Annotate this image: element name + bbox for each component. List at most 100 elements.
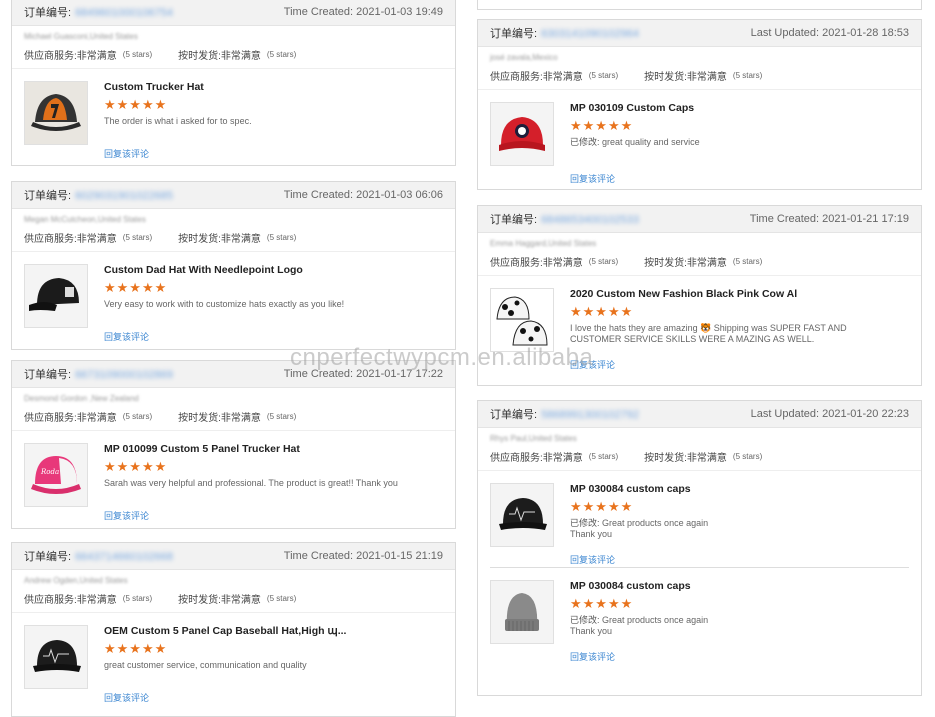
review-text: 已修改: great quality and service bbox=[570, 137, 900, 148]
reply-link[interactable]: 回复该评论 bbox=[104, 691, 149, 704]
supplier-service-rating: 供应商服务: 非常满意 (5 stars) bbox=[24, 47, 152, 62]
order-id-link[interactable]: 6029031901022685 bbox=[75, 190, 173, 202]
reply-link[interactable]: 回复该评论 bbox=[104, 147, 149, 160]
product-name[interactable]: MP 010099 Custom 5 Panel Trucker Hat bbox=[104, 443, 300, 455]
rating-value: 非常满意 bbox=[76, 594, 117, 606]
rating-value: 非常满意 bbox=[542, 452, 583, 464]
rating-value: 非常满意 bbox=[542, 71, 583, 83]
star-rating: ★★★★★ bbox=[104, 280, 168, 295]
rating-value: 非常满意 bbox=[76, 412, 117, 424]
order-info: 订单编号: 6029031901022685 bbox=[24, 187, 173, 203]
supplier-service-rating: 供应商服务: 非常满意 (5 stars) bbox=[24, 591, 152, 606]
product-thumbnail[interactable] bbox=[490, 288, 554, 352]
review-text: The order is what i asked for to spec. bbox=[104, 116, 434, 127]
buyer-info: josé zavala,Mexico bbox=[490, 53, 558, 62]
reply-link[interactable]: 回复该评论 bbox=[104, 330, 149, 343]
time-label: Time Created: bbox=[749, 213, 820, 225]
review-content: I love the hats they are amazing 🐯 Shipp… bbox=[570, 323, 847, 344]
order-time: Time Created: 2021-01-15 21:19 bbox=[284, 550, 443, 562]
reply-link[interactable]: 回复该评论 bbox=[570, 358, 615, 371]
star-rating: ★★★★★ bbox=[570, 596, 634, 611]
on-time-rating: 按时发货: 非常满意 (5 stars) bbox=[178, 591, 296, 606]
product-row: Custom Trucker Hat ★★★★★ The order is what… bbox=[12, 69, 455, 165]
baseball-cap-red-icon bbox=[491, 103, 553, 165]
product-thumbnail[interactable]: Roda bbox=[24, 443, 88, 507]
rating-stars-text: (5 stars) bbox=[588, 451, 619, 461]
card-header: 订单编号: 6029031901022685 Time Created: 2021-… bbox=[12, 182, 455, 209]
order-time: Time Created: 2021-01-03 19:49 bbox=[284, 6, 443, 18]
rating-label: 供应商服务: bbox=[490, 257, 543, 269]
order-id-link[interactable]: 6303141090102964 bbox=[541, 28, 639, 40]
rating-stars-text: (5 stars) bbox=[266, 49, 297, 59]
product-name[interactable]: 2020 Custom New Fashion Black Pink Cow A… bbox=[570, 288, 797, 300]
on-time-rating: 按时发货: 非常满意 (5 stars) bbox=[644, 68, 762, 83]
review-card: 订单编号: 6848653400102533 Time Created: 2021-… bbox=[477, 205, 922, 386]
reply-link[interactable]: 回复该评论 bbox=[570, 650, 615, 663]
product-name[interactable]: MP 030084 custom caps bbox=[570, 580, 691, 592]
ratings-row: 供应商服务: 非常满意 (5 stars) 按时发货: 非常满意 (5 stars) bbox=[12, 42, 455, 62]
order-id-link[interactable]: 6849601000106754 bbox=[75, 7, 173, 19]
product-thumbnail[interactable] bbox=[490, 102, 554, 166]
buyer-info: Michael Guasconi,United States bbox=[24, 32, 138, 41]
edited-label: 已修改: bbox=[570, 137, 600, 147]
rating-label: 按时发货: bbox=[178, 412, 221, 424]
rating-value: 非常满意 bbox=[220, 50, 261, 62]
product-row: Custom Dad Hat With Needlepoint Logo ★★★★… bbox=[12, 252, 455, 348]
rating-value: 非常满意 bbox=[686, 71, 727, 83]
rating-stars-text: (5 stars) bbox=[122, 593, 153, 603]
product-thumbnail[interactable] bbox=[24, 264, 88, 328]
product-name[interactable]: MP 030109 Custom Caps bbox=[570, 102, 694, 114]
edited-label: 已修改: bbox=[570, 615, 600, 625]
on-time-rating: 按时发货: 非常满意 (5 stars) bbox=[178, 230, 296, 245]
bucket-hat-cow-icon bbox=[491, 289, 553, 351]
rating-label: 供应商服务: bbox=[24, 412, 77, 424]
star-rating: ★★★★★ bbox=[570, 118, 634, 133]
review-card: 订单编号: 5868991300102792 Last Updated: 2021-… bbox=[477, 400, 922, 696]
order-id-link[interactable]: 5868991300102792 bbox=[541, 409, 639, 421]
star-rating: ★★★★★ bbox=[104, 459, 168, 474]
review-text: 已修改: Great products once again Thank you bbox=[570, 518, 900, 540]
trucker-hat-orange-icon bbox=[25, 82, 87, 144]
time-value: 2021-01-15 21:19 bbox=[356, 550, 443, 562]
rating-label: 按时发货: bbox=[644, 257, 687, 269]
product-name[interactable]: Custom Trucker Hat bbox=[104, 81, 204, 93]
rating-value: 非常满意 bbox=[220, 594, 261, 606]
review-content: Sarah was very helpful and professional.… bbox=[104, 478, 398, 488]
reply-link[interactable]: 回复该评论 bbox=[570, 553, 615, 566]
ratings-row: 供应商服务: 非常满意 (5 stars) 按时发货: 非常满意 (5 stars) bbox=[12, 225, 455, 245]
rating-value: 非常满意 bbox=[76, 50, 117, 62]
order-time: Last Updated: 2021-01-28 18:53 bbox=[751, 27, 909, 39]
ratings-row: 供应商服务: 非常满意 (5 stars) 按时发货: 非常满意 (5 stars) bbox=[478, 444, 921, 464]
dad-hat-black-icon bbox=[25, 265, 87, 327]
product-row: MP 030084 custom caps ★★★★★ 已修改: Great pro… bbox=[478, 568, 921, 672]
product-thumbnail[interactable] bbox=[24, 81, 88, 145]
reply-link[interactable]: 回复该评论 bbox=[104, 509, 149, 522]
order-id-link[interactable]: 6673109000102869 bbox=[75, 369, 173, 381]
product-name[interactable]: MP 030084 custom caps bbox=[570, 483, 691, 495]
review-card-partial bbox=[477, 0, 922, 10]
product-thumbnail[interactable] bbox=[24, 625, 88, 689]
product-name[interactable]: Custom Dad Hat With Needlepoint Logo bbox=[104, 264, 303, 276]
review-content: Very easy to work with to customize hats… bbox=[104, 299, 345, 309]
rating-stars-text: (5 stars) bbox=[266, 232, 297, 242]
rating-label: 按时发货: bbox=[644, 452, 687, 464]
star-rating: ★★★★★ bbox=[104, 97, 168, 112]
review-card: 订单编号: 6673109000102869 Time Created: 2021-… bbox=[11, 360, 456, 529]
order-label: 订单编号: bbox=[24, 190, 72, 202]
card-header: 订单编号: 5868991300102792 Last Updated: 2021-… bbox=[478, 401, 921, 428]
order-id-link[interactable]: 6848653400102533 bbox=[541, 214, 639, 226]
order-id-link[interactable]: 6643714660102668 bbox=[75, 551, 173, 563]
supplier-service-rating: 供应商服务: 非常满意 (5 stars) bbox=[490, 68, 618, 83]
trucker-hat-pink-icon: Roda bbox=[25, 444, 87, 506]
rating-label: 供应商服务: bbox=[490, 452, 543, 464]
product-thumbnail[interactable] bbox=[490, 580, 554, 644]
buyer-info: Emma Haggard,United States bbox=[490, 239, 597, 248]
rating-stars-text: (5 stars) bbox=[732, 451, 763, 461]
time-value: 2021-01-21 17:19 bbox=[822, 213, 909, 225]
rating-label: 按时发货: bbox=[178, 594, 221, 606]
review-content: great quality and service bbox=[602, 137, 700, 147]
reply-link[interactable]: 回复该评论 bbox=[570, 172, 615, 185]
time-value: 2021-01-17 17:22 bbox=[356, 368, 443, 380]
product-name[interactable]: OEM Custom 5 Panel Cap Baseball Hat,High… bbox=[104, 625, 346, 637]
product-thumbnail[interactable] bbox=[490, 483, 554, 547]
